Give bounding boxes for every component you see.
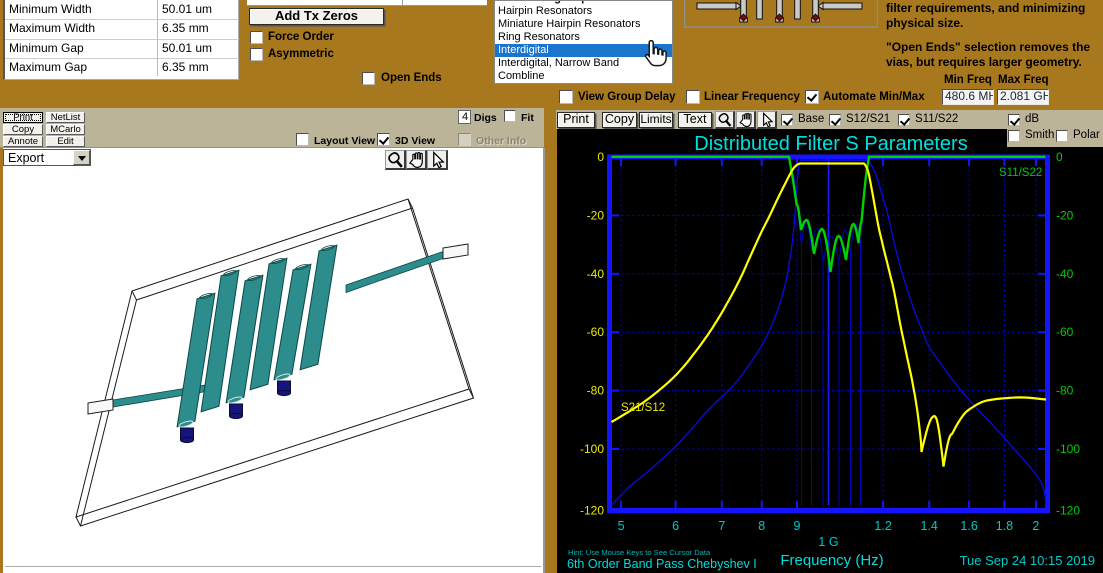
svg-text:-120: -120: [580, 504, 604, 518]
svg-text:0: 0: [1056, 150, 1063, 164]
svg-text:7: 7: [718, 519, 725, 533]
svg-text:-60: -60: [1056, 325, 1074, 339]
svg-text:9: 9: [794, 519, 801, 533]
svg-text:-20: -20: [587, 208, 605, 222]
svg-text:-40: -40: [1056, 267, 1074, 281]
svg-text:Frequency (Hz): Frequency (Hz): [780, 552, 883, 569]
svg-text:1.8: 1.8: [996, 519, 1013, 533]
svg-text:1 G: 1 G: [818, 535, 838, 549]
svg-text:S11/S22: S11/S22: [999, 167, 1042, 179]
svg-text:-120: -120: [1056, 504, 1080, 518]
svg-text:8: 8: [758, 519, 765, 533]
svg-text:-60: -60: [587, 325, 605, 339]
svg-text:Tue Sep 24 10:15 2019: Tue Sep 24 10:15 2019: [960, 553, 1095, 568]
svg-text:5: 5: [618, 519, 625, 533]
svg-text:1.4: 1.4: [921, 519, 938, 533]
svg-text:S21/S12: S21/S12: [621, 402, 665, 414]
svg-text:-100: -100: [580, 442, 604, 456]
svg-text:Distributed Filter S Parameter: Distributed Filter S Parameters: [694, 133, 967, 155]
svg-text:Hint: Use Mouse Keys to See Cu: Hint: Use Mouse Keys to See Cursor Data: [568, 548, 711, 557]
svg-text:1.6: 1.6: [960, 519, 977, 533]
svg-text:-100: -100: [1056, 442, 1080, 456]
svg-text:6th Order Band Pass Chebyshev: 6th Order Band Pass Chebyshev I: [567, 557, 757, 571]
svg-text:1.2: 1.2: [874, 519, 891, 533]
svg-text:-80: -80: [587, 384, 605, 398]
svg-text:-40: -40: [587, 267, 605, 281]
svg-text:0: 0: [597, 150, 604, 164]
svg-text:6: 6: [672, 519, 679, 533]
svg-text:2: 2: [1032, 519, 1039, 533]
svg-text:-80: -80: [1056, 384, 1074, 398]
svg-text:-20: -20: [1056, 208, 1074, 222]
